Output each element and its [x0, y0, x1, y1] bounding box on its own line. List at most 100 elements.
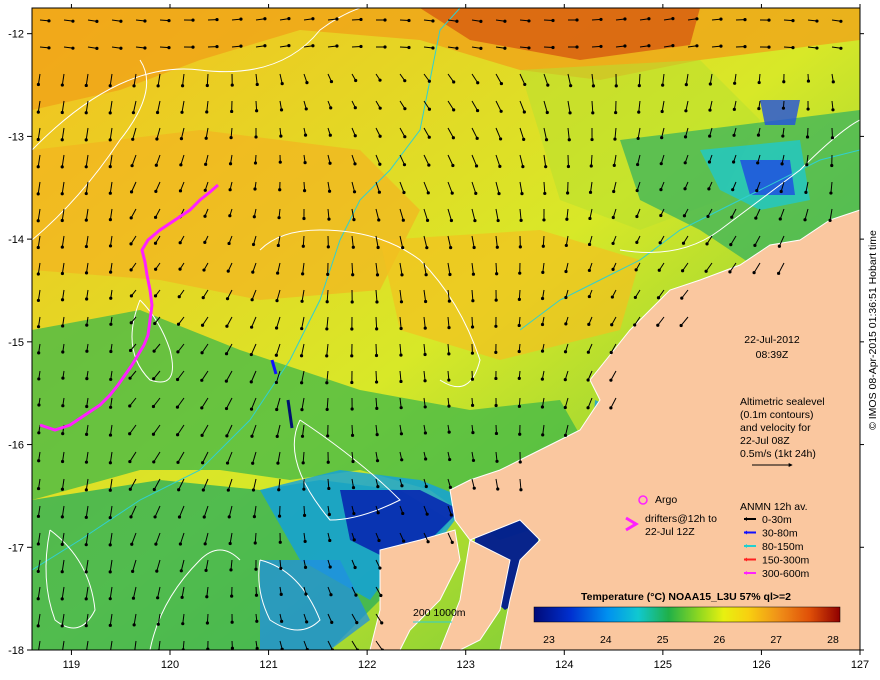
velocity-arrowhead — [708, 82, 712, 86]
velocity-arrowhead — [205, 621, 210, 625]
velocity-arrowhead — [544, 138, 549, 142]
velocity-arrowhead — [637, 84, 641, 88]
velocity-arrowhead — [327, 486, 331, 491]
velocity-arrowhead — [375, 459, 380, 463]
velocity-arrowhead — [152, 349, 156, 353]
velocity-arrowhead — [519, 218, 523, 222]
velocity-arrowhead — [659, 162, 663, 166]
velocity-arrowhead — [564, 322, 568, 326]
velocity-arrowhead — [156, 596, 160, 600]
velocity-arrowhead — [599, 44, 603, 49]
velocity-arrowhead — [154, 267, 158, 271]
velocity-arrowhead — [731, 188, 735, 192]
velocity-arrowhead — [791, 46, 795, 50]
velocity-arrowhead — [683, 135, 688, 139]
velocity-arrowhead — [335, 44, 339, 48]
velocity-arrowhead — [683, 187, 687, 191]
velocity-arrowhead — [523, 82, 527, 87]
velocity-arrowhead — [350, 407, 354, 411]
velocity-arrowhead — [828, 218, 832, 223]
velocity-arrowhead — [175, 405, 180, 409]
velocity-arrowhead — [251, 488, 256, 492]
depth-label: 150-300m — [762, 555, 810, 567]
velocity-arrowhead — [544, 165, 548, 169]
velocity-arrowhead — [352, 511, 356, 516]
velocity-arrowhead — [518, 432, 522, 436]
velocity-arrowhead — [521, 165, 525, 169]
velocity-arrowhead — [85, 376, 89, 381]
velocity-arrowhead — [300, 299, 304, 303]
velocity-arrowhead — [635, 188, 639, 193]
velocity-arrow — [638, 73, 641, 86]
velocity-arrowhead — [202, 515, 206, 519]
velocity-arrowhead — [635, 214, 639, 219]
velocity-arrowhead — [143, 46, 147, 50]
velocity-arrowhead — [424, 457, 428, 461]
velocity-arrowhead — [84, 543, 88, 547]
velocity-arrowhead — [84, 111, 88, 115]
velocity-arrowhead — [449, 513, 453, 517]
velocity-arrowhead — [589, 164, 593, 168]
velocity-arrowhead — [354, 593, 358, 597]
velocity-arrowhead — [590, 137, 594, 142]
velocity-arrow — [495, 262, 498, 274]
credit-text: © IMOS 08-Apr-2015 01:36:51 Hobart time — [867, 230, 879, 430]
velocity-arrowhead — [470, 351, 475, 355]
velocity-arrowhead — [635, 240, 639, 244]
velocity-arrowhead — [351, 273, 355, 277]
velocity-arrowhead — [224, 379, 228, 383]
velocity-arrowhead — [731, 160, 736, 164]
velocity-arrowhead — [831, 108, 835, 112]
plot-area — [32, 8, 860, 650]
velocity-arrowhead — [540, 377, 544, 381]
velocity-arrowhead — [155, 569, 159, 573]
velocity-arrowhead — [447, 299, 451, 303]
drifters-line-1: drifters@12h to — [645, 513, 717, 525]
velocity-arrowhead — [225, 434, 229, 438]
velocity-arrowhead — [541, 433, 545, 437]
velocity-arrowhead — [60, 218, 64, 223]
velocity-arrowhead — [743, 45, 747, 49]
velocity-arrowhead — [431, 19, 435, 23]
velocity-arrowhead — [36, 624, 40, 628]
velocity-arrowhead — [498, 164, 502, 168]
velocity-arrowhead — [803, 218, 807, 222]
velocity-arrowhead — [423, 405, 427, 409]
velocity-arrowhead — [475, 108, 480, 113]
velocity-arrowhead — [383, 18, 387, 22]
velocity-arrowhead — [108, 488, 112, 492]
velocity-arrowhead — [84, 624, 88, 628]
velocity-arrowhead — [753, 243, 757, 248]
velocity-arrowhead — [517, 349, 521, 354]
velocity-arrowhead — [167, 19, 171, 23]
velocity-arrowhead — [37, 459, 41, 463]
velocity-arrowhead — [250, 434, 254, 438]
velocity-arrowhead — [326, 434, 330, 438]
velocity-arrowhead — [682, 214, 687, 218]
velocity-arrowhead — [84, 597, 88, 601]
velocity-arrowhead — [377, 218, 381, 222]
velocity-arrowhead — [201, 488, 205, 492]
velocity-arrowhead — [705, 242, 709, 246]
velocity-arrowhead — [274, 326, 279, 330]
velocity-arrowhead — [300, 407, 304, 412]
velocity-arrowhead — [175, 377, 180, 382]
velocity-arrowhead — [518, 271, 522, 275]
velocity-arrowhead — [791, 19, 795, 23]
velocity-arrowhead — [623, 44, 627, 48]
velocity-arrowhead — [351, 485, 356, 490]
velocity-arrowhead — [250, 298, 254, 302]
velocity-arrowhead — [719, 17, 723, 21]
velocity-arrowhead — [302, 188, 307, 193]
velocity-arrowhead — [301, 461, 305, 465]
velocity-arrowhead — [304, 592, 308, 596]
velocity-arrowhead — [132, 623, 136, 627]
velocity-arrowhead — [495, 245, 499, 249]
velocity-arrowhead — [780, 162, 784, 166]
velocity-arrowhead — [277, 488, 281, 492]
velocity-arrowhead — [378, 106, 382, 110]
velocity-arrowhead — [757, 106, 761, 111]
velocity-arrowhead — [426, 191, 430, 195]
velocity-arrowhead — [85, 349, 89, 353]
velocity-arrowhead — [84, 432, 89, 436]
